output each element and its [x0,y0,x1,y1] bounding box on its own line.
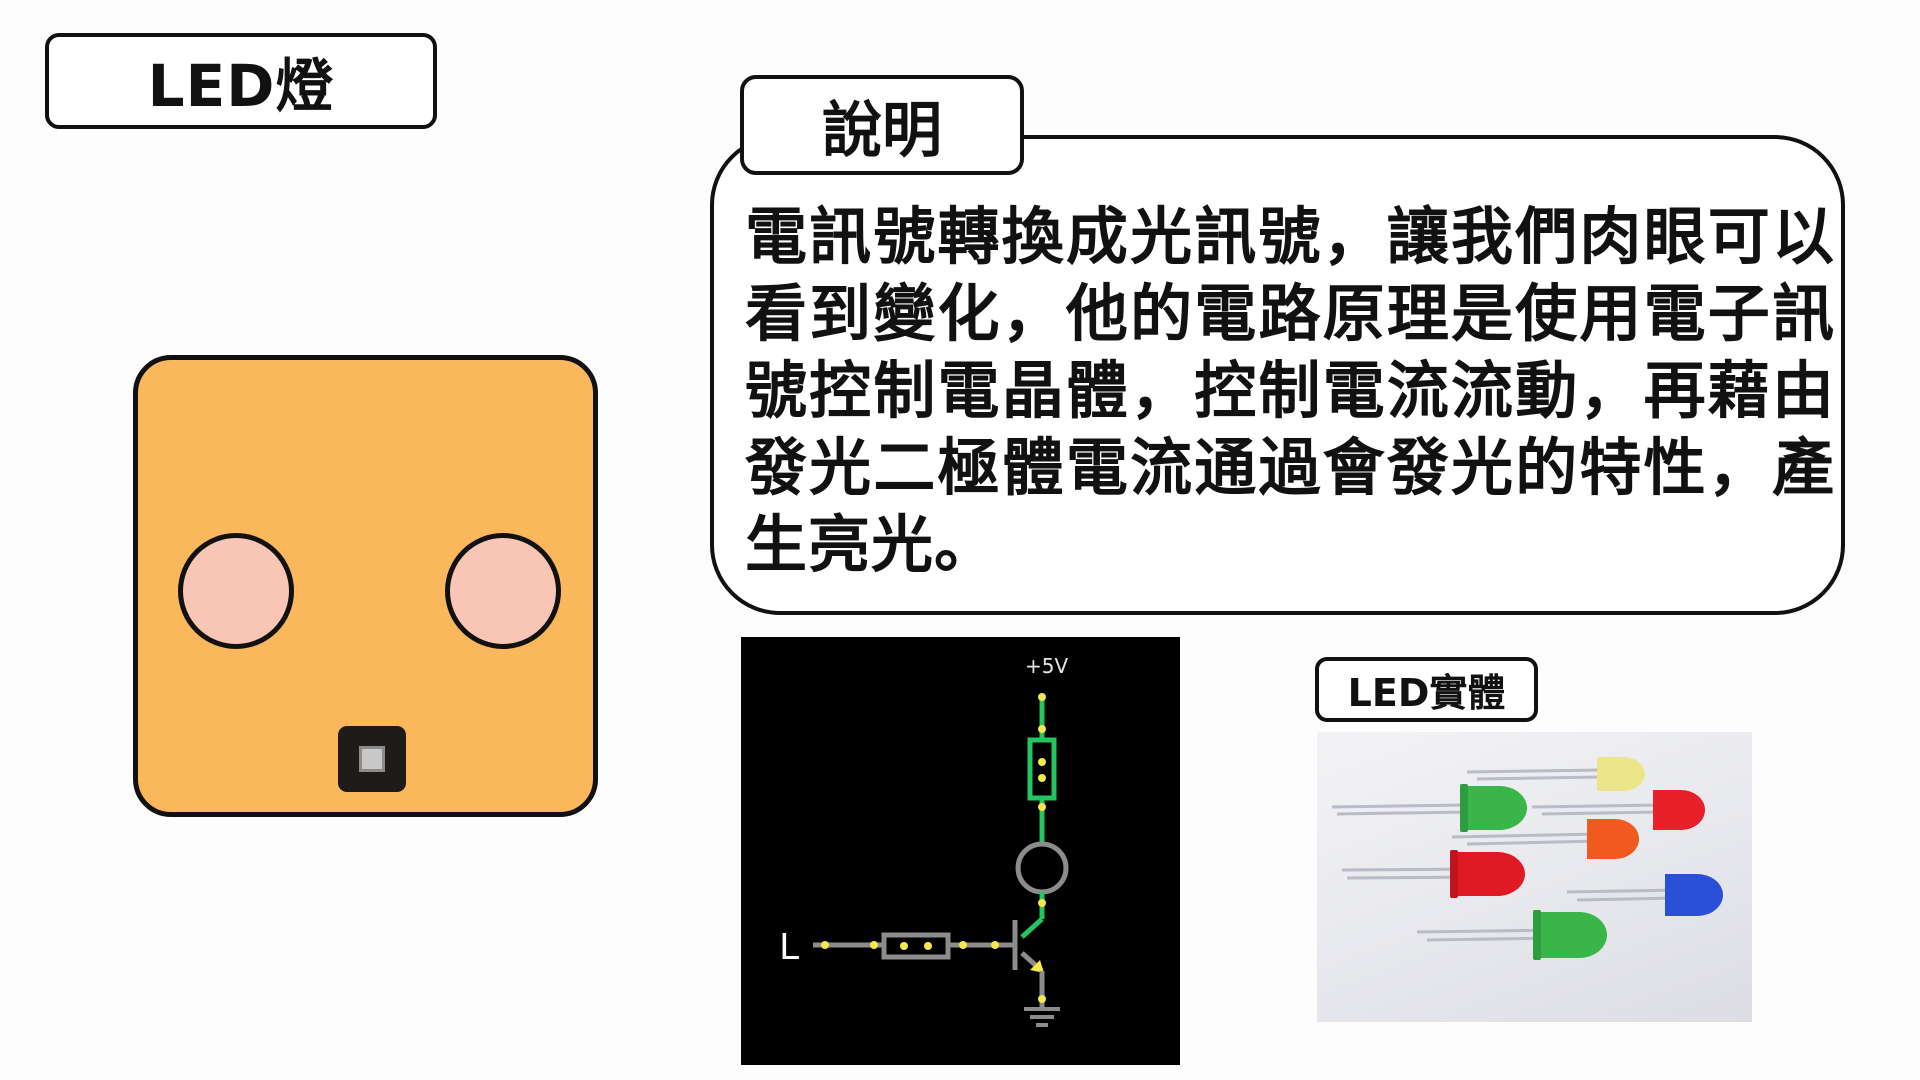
mounting-hole-right [445,533,561,649]
lead [1466,768,1603,774]
node [1038,725,1046,733]
lead [1576,896,1678,902]
led-photo [1317,732,1752,1022]
node [924,942,932,950]
circuit-svg: +5V L [779,654,1069,1027]
node [1038,803,1046,811]
led-green-2 [1533,910,1607,960]
page-title: LED燈 [45,33,437,129]
led-blue [1665,874,1723,916]
led-red-2 [1450,850,1525,898]
led-symbol [1015,841,1069,895]
node [1038,693,1046,701]
node [1038,774,1046,782]
led-red-1 [1653,790,1705,830]
resistor-horizontal [881,932,951,960]
node [870,941,878,949]
description-tab: 說明 [740,75,1024,175]
node [1038,899,1046,907]
transistor-collector [1020,917,1044,939]
circuit-diagram: +5V L [741,637,1180,1065]
description-text: 電訊號轉換成光訊號，讓我們肉眼可以看到變化，他的電路原理是使用電子訊號控制電晶體… [745,200,1835,581]
led-orange [1587,819,1639,859]
lead [1466,839,1603,846]
lead [1566,888,1678,894]
lead [1476,775,1603,781]
node [1038,758,1046,766]
led-photo-svg [1331,757,1723,960]
lead [1541,810,1663,816]
node [959,941,967,949]
led-module-illustration [133,355,598,817]
lead [1331,803,1468,809]
node [821,941,829,949]
led-green-1 [1460,784,1527,832]
input-label: L [779,927,799,968]
node [900,942,908,950]
led-chip [338,726,406,792]
lead [1531,803,1663,809]
resistor-vertical [1027,737,1057,801]
lead [1451,832,1603,839]
led-yellow [1597,757,1645,791]
lead [1336,810,1468,816]
supply-label: +5V [1025,654,1068,678]
node [1038,995,1046,1003]
mounting-hole-left [178,533,294,649]
node [991,941,999,949]
photo-tab: LED實體 [1315,657,1538,722]
